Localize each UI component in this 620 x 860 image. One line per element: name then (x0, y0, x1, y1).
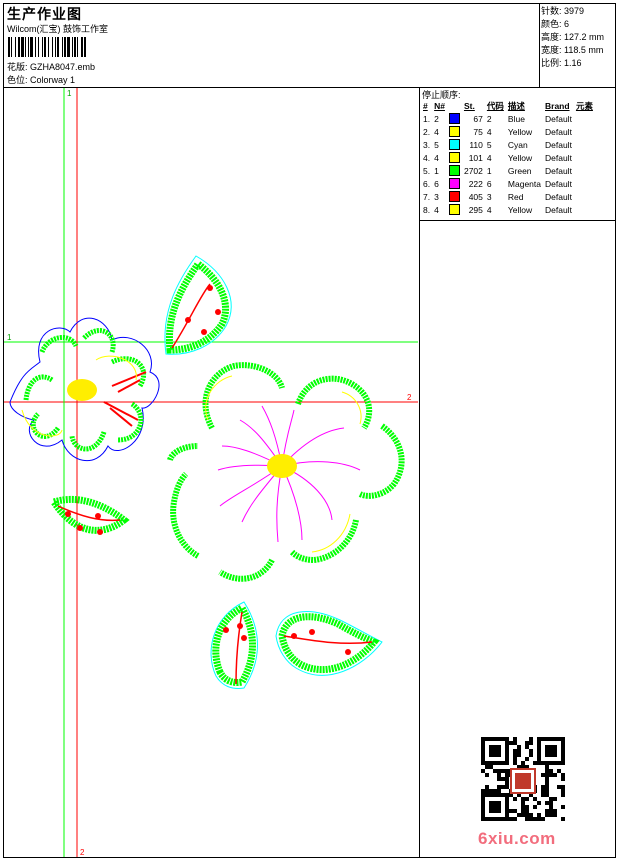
guide-label-h2: 2 (407, 393, 412, 402)
leaf-vein (235, 611, 243, 685)
large-flower (167, 362, 405, 582)
leaf-top (164, 255, 232, 355)
design-canvas: 1 2 1 2 (4, 88, 418, 857)
leaf-bottom-right (275, 611, 383, 676)
leaf-fill (212, 603, 256, 686)
leaf-bottom-left (210, 601, 258, 689)
guide-label-v2: 2 (80, 848, 85, 857)
leaf-dots (223, 623, 247, 641)
flower-center (67, 379, 97, 401)
seal-stamp-icon (510, 768, 536, 794)
leaf-dots (65, 511, 103, 535)
large-flower-center (267, 454, 297, 478)
small-flower (9, 317, 160, 462)
site-watermark: 6xiu.com (478, 829, 556, 848)
guide-label-h1: 1 (7, 333, 12, 342)
guide-label-v1: 1 (67, 89, 72, 98)
